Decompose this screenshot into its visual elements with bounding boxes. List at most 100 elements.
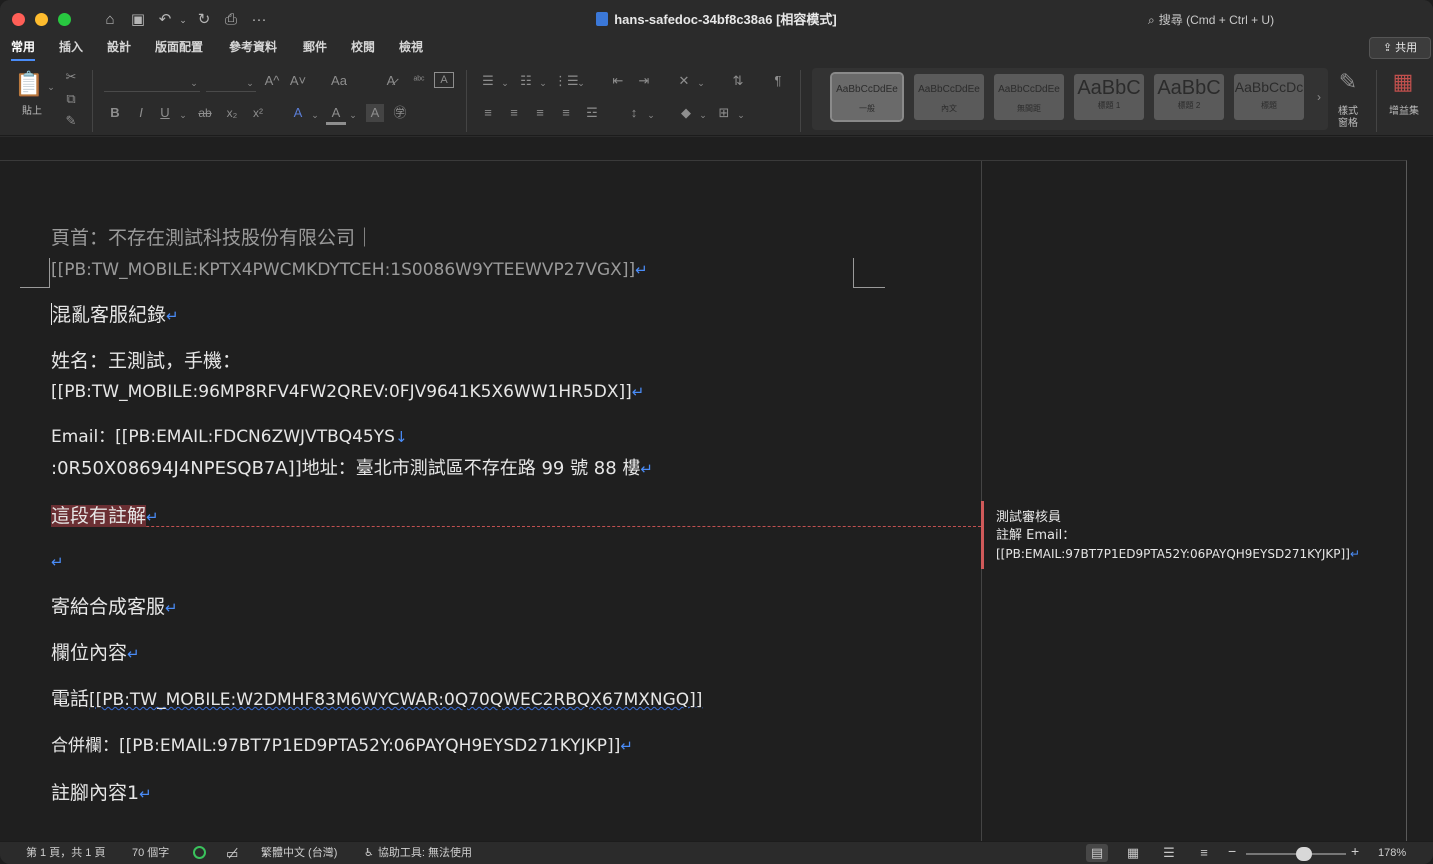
close-window-button[interactable] [12, 13, 25, 26]
undo-dropdown-chevron-icon[interactable]: ⌄ [178, 10, 188, 30]
styles-pane-icon[interactable]: ✎ [1334, 68, 1362, 96]
commented-paragraph[interactable]: 這段有註解↵ [51, 502, 159, 531]
enclose-characters-icon[interactable]: ㊫ [390, 104, 410, 122]
distributed-icon[interactable]: ☲ [582, 104, 602, 122]
draft-view-icon[interactable]: ≡ [1193, 844, 1215, 862]
header-line-1[interactable]: 頁首：不存在測試科技股份有限公司｜ [51, 224, 374, 252]
name-line-2[interactable]: [[PB:TW_MOBILE:96MP8RFV4FW2QREV:0FJV9641… [51, 378, 644, 406]
copy-icon[interactable]: ⧉ [62, 90, 80, 108]
accessibility-status[interactable]: ♿ 協助工具: 無法使用 [364, 846, 472, 861]
tab-references[interactable]: 參考資料 [229, 38, 277, 56]
font-name-chevron-icon[interactable]: ⌄ [188, 74, 200, 92]
justify-icon[interactable]: ≡ [556, 104, 576, 122]
empty-paragraph[interactable]: ↵ [51, 547, 64, 576]
field-line[interactable]: 欄位內容↵ [51, 639, 140, 668]
style-normal[interactable]: AaBbCcDdEe 一般 [830, 72, 904, 122]
print-icon[interactable]: ⎙ [220, 10, 242, 30]
phone-line[interactable]: 電話[[PB:TW_MOBILE:W2DMHF83M6WYCWAR:0Q70QW… [51, 685, 702, 714]
strikethrough-button[interactable]: ab [194, 104, 216, 122]
send-line[interactable]: 寄給合成客服↵ [51, 593, 178, 622]
style-title[interactable]: AaBbCcDc 標題 [1234, 74, 1304, 120]
multilevel-list-icon[interactable]: ⋮☰ [554, 72, 579, 90]
font-size-chevron-icon[interactable]: ⌄ [244, 74, 256, 92]
comment-anchor-text[interactable]: 這段有註解 [51, 505, 147, 527]
web-layout-view-icon[interactable]: ▦ [1122, 844, 1144, 862]
shading-chevron-icon[interactable]: ⌄ [698, 106, 708, 124]
tab-home[interactable]: 常用 [11, 38, 36, 61]
font-name-select[interactable] [104, 72, 200, 92]
document-canvas[interactable]: 頁首：不存在測試科技股份有限公司｜ [[PB:TW_MOBILE:KPTX4PW… [0, 137, 1433, 851]
line-spacing-chevron-icon[interactable]: ⌄ [646, 106, 656, 124]
doc-title-line[interactable]: 混亂客服紀錄↵ [51, 301, 179, 330]
text-effects-icon[interactable]: A [288, 104, 308, 122]
style-no-spacing[interactable]: AaBbCcDdEe 無間距 [994, 74, 1064, 120]
change-case-icon[interactable]: Aa [326, 72, 352, 90]
footnote-line[interactable]: 註腳內容1↵ [51, 779, 152, 808]
zoom-slider-thumb[interactable] [1296, 847, 1312, 861]
shading-icon[interactable]: ◆ [676, 104, 696, 122]
show-formatting-icon[interactable]: ¶ [768, 72, 788, 90]
numbering-chevron-icon[interactable]: ⌄ [538, 74, 548, 92]
format-painter-icon[interactable]: ✎ [62, 112, 80, 130]
numbering-icon[interactable]: ☷ [516, 72, 536, 90]
style-heading-2[interactable]: AaBbC 標題 2 [1154, 74, 1224, 120]
email-line-1[interactable]: Email：[[PB:EMAIL:FDCN6ZWJVTBQ45YS↓ [51, 423, 408, 451]
zoom-in-button[interactable]: + [1351, 844, 1359, 859]
tab-review[interactable]: 校閱 [351, 38, 375, 56]
align-left-icon[interactable]: ≡ [478, 104, 498, 122]
undo-icon[interactable]: ↶ [154, 10, 176, 30]
minimize-window-button[interactable] [35, 13, 48, 26]
bullets-icon[interactable]: ☰ [478, 72, 498, 90]
proofing-icon[interactable]: ▭̸ [226, 846, 238, 861]
home-icon[interactable]: ⌂ [100, 10, 120, 30]
merge-line[interactable]: 合併欄：[[PB:EMAIL:97BT7P1ED9PTA52Y:06PAYQH9… [51, 732, 633, 760]
name-line-1[interactable]: 姓名：王測試，手機： [51, 347, 241, 375]
addins-icon[interactable]: ▦ [1388, 68, 1418, 96]
font-color-chevron-icon[interactable]: ⌄ [348, 106, 358, 124]
italic-button[interactable]: I [132, 104, 150, 122]
zoom-out-button[interactable]: − [1228, 844, 1236, 859]
word-count[interactable]: 70 個字 [132, 846, 169, 861]
underline-chevron-icon[interactable]: ⌄ [178, 106, 188, 124]
clear-formatting-icon[interactable]: A̷ [380, 72, 402, 90]
align-right-icon[interactable]: ≡ [530, 104, 550, 122]
tab-view[interactable]: 檢視 [399, 38, 423, 56]
style-body[interactable]: AaBbCcDdEe 內文 [914, 74, 984, 120]
maximize-window-button[interactable] [58, 13, 71, 26]
email-line-2[interactable]: :0R50X08694J4NPESQB7A]]地址：臺北市測試區不存在路 99 … [51, 455, 653, 483]
cut-icon[interactable]: ✂ [62, 68, 80, 86]
search-box[interactable]: ⌕ 搜尋 (Cmd + Ctrl + U) [1148, 10, 1348, 30]
increase-indent-icon[interactable]: ⇥ [634, 72, 654, 90]
comment-balloon[interactable]: 測試審核員 註解 Email： [[PB:EMAIL:97BT7P1ED9PTA… [996, 509, 1396, 563]
bullets-chevron-icon[interactable]: ⌄ [500, 74, 510, 92]
borders-chevron-icon[interactable]: ⌄ [736, 106, 746, 124]
phonetic-guide-icon[interactable]: ᵃᵇᶜ [408, 72, 430, 90]
asian-layout-chevron-icon[interactable]: ⌄ [696, 74, 706, 92]
tab-layout[interactable]: 版面配置 [155, 38, 203, 56]
subscript-button[interactable]: x₂ [222, 104, 242, 122]
page-count[interactable]: 第 1 頁，共 1 頁 [26, 846, 105, 861]
language-indicator[interactable]: 繁體中文 (台灣) [261, 846, 337, 861]
redo-icon[interactable]: ↻ [194, 10, 214, 30]
decrease-indent-icon[interactable]: ⇤ [608, 72, 628, 90]
print-layout-view-icon[interactable]: ▤ [1086, 844, 1108, 862]
tab-insert[interactable]: 插入 [59, 38, 83, 56]
font-color-icon[interactable]: A [326, 104, 346, 125]
outline-view-icon[interactable]: ☰ [1158, 844, 1180, 862]
asian-layout-icon[interactable]: ✕ [674, 72, 694, 90]
tab-mailings[interactable]: 郵件 [303, 38, 327, 56]
character-border-icon[interactable]: A [434, 72, 454, 88]
line-spacing-icon[interactable]: ↕ [624, 104, 644, 122]
sort-icon[interactable]: ⇅ [728, 72, 748, 90]
styles-more-chevron-icon[interactable]: › [1312, 88, 1326, 106]
align-center-icon[interactable]: ≡ [504, 104, 524, 122]
shrink-font-icon[interactable]: A˅ [288, 72, 308, 90]
text-effects-chevron-icon[interactable]: ⌄ [310, 106, 320, 124]
save-icon[interactable]: ▣ [128, 10, 148, 30]
spelling-status-icon[interactable] [193, 846, 206, 862]
more-icon[interactable]: ··· [248, 10, 270, 30]
style-heading-1[interactable]: AaBbC 標題 1 [1074, 74, 1144, 120]
header-line-2[interactable]: [[PB:TW_MOBILE:KPTX4PWCMKDYTCEH:1S0086W9… [51, 256, 648, 284]
tab-design[interactable]: 設計 [107, 38, 131, 56]
character-shading-icon[interactable]: A [366, 104, 384, 122]
